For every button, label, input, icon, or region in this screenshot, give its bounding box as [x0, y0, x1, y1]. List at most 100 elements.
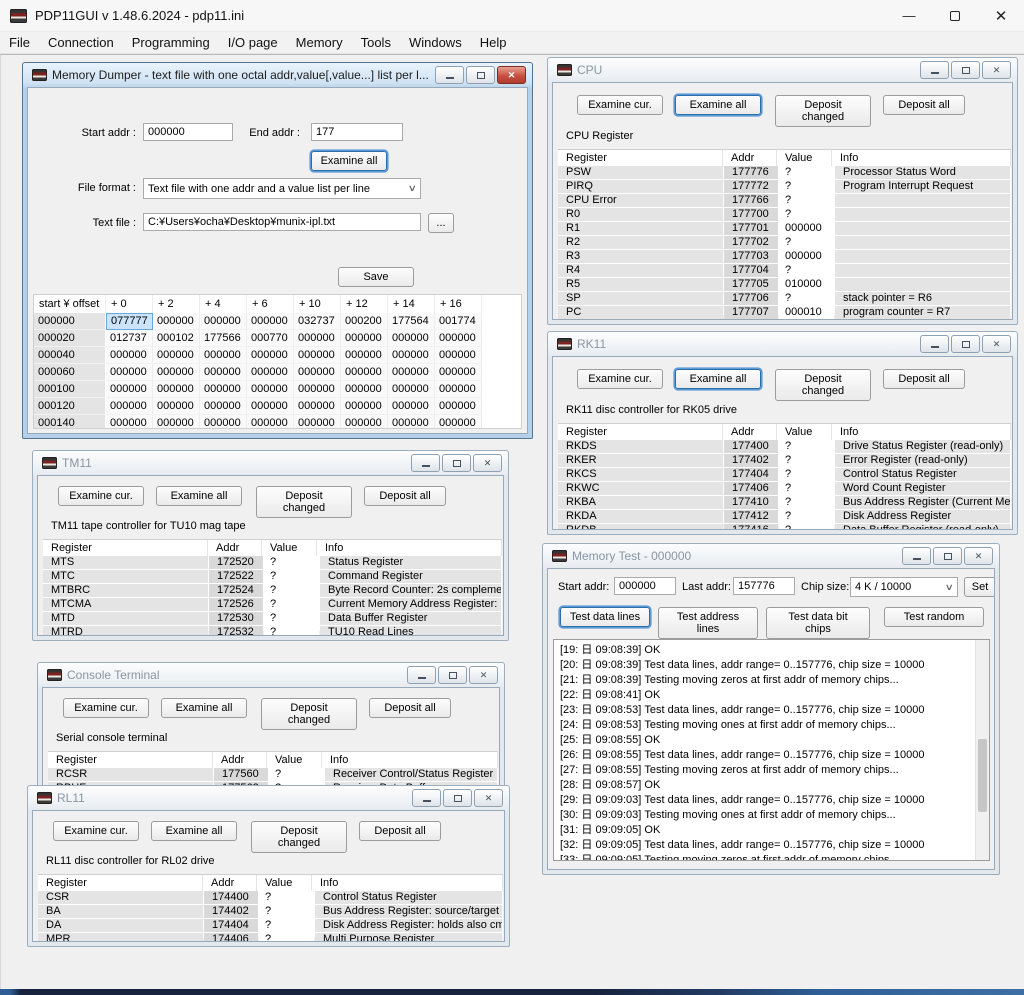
- deposit-all-button[interactable]: Deposit all: [883, 95, 965, 115]
- col-value[interactable]: Value: [257, 875, 312, 891]
- col-info[interactable]: Info: [322, 752, 498, 768]
- dump-row-addr[interactable]: 000120: [34, 398, 106, 415]
- browse-button[interactable]: ...: [428, 213, 454, 233]
- cell-value[interactable]: ?: [779, 440, 834, 453]
- cell-info[interactable]: [835, 236, 1010, 249]
- cell-register[interactable]: MPR: [38, 933, 203, 942]
- col-addr[interactable]: Addr: [213, 752, 267, 768]
- main-titlebar[interactable]: PDP11GUI v 1.48.6.2024 - pdp11.ini — ✕: [0, 0, 1024, 32]
- cell-info[interactable]: Word Count Register: [835, 482, 1010, 495]
- dump-cell[interactable]: 000000: [153, 415, 200, 429]
- examine-cur-button[interactable]: Examine cur.: [58, 486, 144, 506]
- cell-addr[interactable]: 177700: [724, 208, 778, 221]
- dump-cell[interactable]: 000000: [435, 415, 482, 429]
- cell-info[interactable]: Current Memory Address Register: M: [320, 598, 501, 611]
- dump-header-col[interactable]: + 6: [247, 295, 294, 313]
- chip-size-select[interactable]: 4 K / 10000 ∨: [850, 577, 958, 597]
- table-row[interactable]: MPR 174406 ? Multi Purpose Register: [38, 933, 503, 942]
- cell-addr[interactable]: 177706: [724, 292, 778, 305]
- minimize-button[interactable]: [411, 454, 440, 472]
- cell-register[interactable]: RKDB: [558, 524, 723, 530]
- dump-cell[interactable]: 012737: [106, 330, 153, 347]
- minimize-button[interactable]: [412, 789, 441, 807]
- cell-info[interactable]: program counter = R7: [835, 306, 1010, 319]
- cell-info[interactable]: Error Register (read-only): [835, 454, 1010, 467]
- test-data-bit-chips-button[interactable]: Test data bit chips: [766, 607, 870, 639]
- col-info[interactable]: Info: [832, 424, 1011, 440]
- dump-header-col[interactable]: + 14: [388, 295, 435, 313]
- dump-cell[interactable]: 177564: [388, 313, 435, 330]
- dump-cell[interactable]: 000000: [247, 415, 294, 429]
- dump-cell[interactable]: 000000: [294, 398, 341, 415]
- cell-addr[interactable]: 174402: [204, 905, 258, 918]
- cell-value[interactable]: ?: [264, 612, 319, 625]
- dump-cell[interactable]: 000000: [247, 364, 294, 381]
- cell-register[interactable]: CSR: [38, 891, 203, 904]
- cell-info[interactable]: Program Interrupt Request: [835, 180, 1010, 193]
- close-button[interactable]: ✕: [964, 547, 993, 565]
- deposit-changed-button[interactable]: Deposit changed: [256, 486, 352, 518]
- cell-addr[interactable]: 172522: [209, 570, 263, 583]
- dump-cell[interactable]: 000000: [435, 347, 482, 364]
- col-addr[interactable]: Addr: [723, 424, 777, 440]
- cell-register[interactable]: MTS: [43, 556, 208, 569]
- cell-addr[interactable]: 172530: [209, 612, 263, 625]
- menu-item[interactable]: Memory: [287, 33, 352, 52]
- dump-cell[interactable]: 000000: [341, 398, 388, 415]
- cell-register[interactable]: SP: [558, 292, 723, 305]
- table-row[interactable]: PSW 177776 ? Processor Status Word: [558, 166, 1011, 179]
- cell-addr[interactable]: 172524: [209, 584, 263, 597]
- cell-addr[interactable]: 172520: [209, 556, 263, 569]
- table-row[interactable]: RKBA 177410 ? Bus Address Register (Curr…: [558, 496, 1011, 509]
- dump-cell[interactable]: 000000: [341, 415, 388, 429]
- examine-all-button[interactable]: Examine all: [675, 369, 761, 389]
- dump-cell[interactable]: 000000: [294, 330, 341, 347]
- main-close-button[interactable]: ✕: [978, 0, 1024, 32]
- deposit-all-button[interactable]: Deposit all: [369, 698, 451, 718]
- cell-addr[interactable]: 177702: [724, 236, 778, 249]
- examine-all-button[interactable]: Examine all: [675, 95, 761, 115]
- cell-info[interactable]: Disk Address Register: [835, 510, 1010, 523]
- deposit-all-button[interactable]: Deposit all: [364, 486, 446, 506]
- dump-cell[interactable]: 032737: [294, 313, 341, 330]
- cell-register[interactable]: PIRQ: [558, 180, 723, 193]
- cell-value[interactable]: 000010: [779, 306, 834, 319]
- close-button[interactable]: ✕: [469, 666, 498, 684]
- maximize-button[interactable]: [951, 61, 980, 79]
- cell-register[interactable]: RKDA: [558, 510, 723, 523]
- dump-cell[interactable]: 000000: [435, 398, 482, 415]
- cell-addr[interactable]: 177772: [724, 180, 778, 193]
- dump-cell[interactable]: 000000: [388, 381, 435, 398]
- table-row[interactable]: RCSR 177560 ? Receiver Control/Status Re…: [48, 768, 498, 781]
- cell-value[interactable]: ?: [779, 194, 834, 207]
- cell-value[interactable]: ?: [264, 570, 319, 583]
- col-register[interactable]: Register: [558, 150, 723, 166]
- cell-info[interactable]: Bus Address Register: source/target: [315, 905, 502, 918]
- cell-addr[interactable]: 177701: [724, 222, 778, 235]
- dump-cell[interactable]: 000000: [200, 398, 247, 415]
- minimize-button[interactable]: [435, 66, 464, 84]
- end-addr-input[interactable]: [311, 123, 403, 141]
- dump-header-col[interactable]: + 10: [294, 295, 341, 313]
- text-file-input[interactable]: [143, 213, 421, 231]
- cell-addr[interactable]: 174406: [204, 933, 258, 942]
- cell-addr[interactable]: 177707: [724, 306, 778, 319]
- table-row[interactable]: MTD 172530 ? Data Buffer Register: [43, 612, 502, 625]
- minimize-button[interactable]: [902, 547, 931, 565]
- dump-cell[interactable]: 000000: [106, 398, 153, 415]
- table-row[interactable]: R3 177703 000000: [558, 250, 1011, 263]
- dump-cell[interactable]: 000000: [247, 347, 294, 364]
- table-row[interactable]: MTC 172522 ? Command Register: [43, 570, 502, 583]
- cell-info[interactable]: Bus Address Register (Current Memor: [835, 496, 1010, 509]
- cell-value[interactable]: ?: [779, 208, 834, 221]
- tm11-titlebar[interactable]: TM11 ✕: [37, 451, 504, 475]
- main-minimize-button[interactable]: —: [886, 0, 932, 32]
- cell-addr[interactable]: 177560: [214, 768, 268, 781]
- table-row[interactable]: CPU Error 177766 ?: [558, 194, 1011, 207]
- menu-item[interactable]: I/O page: [219, 33, 287, 52]
- cell-register[interactable]: R3: [558, 250, 723, 263]
- dump-cell[interactable]: 000200: [341, 313, 388, 330]
- examine-all-button[interactable]: Examine all: [151, 821, 237, 841]
- dump-cell[interactable]: 000000: [106, 415, 153, 429]
- cell-value[interactable]: ?: [779, 524, 834, 530]
